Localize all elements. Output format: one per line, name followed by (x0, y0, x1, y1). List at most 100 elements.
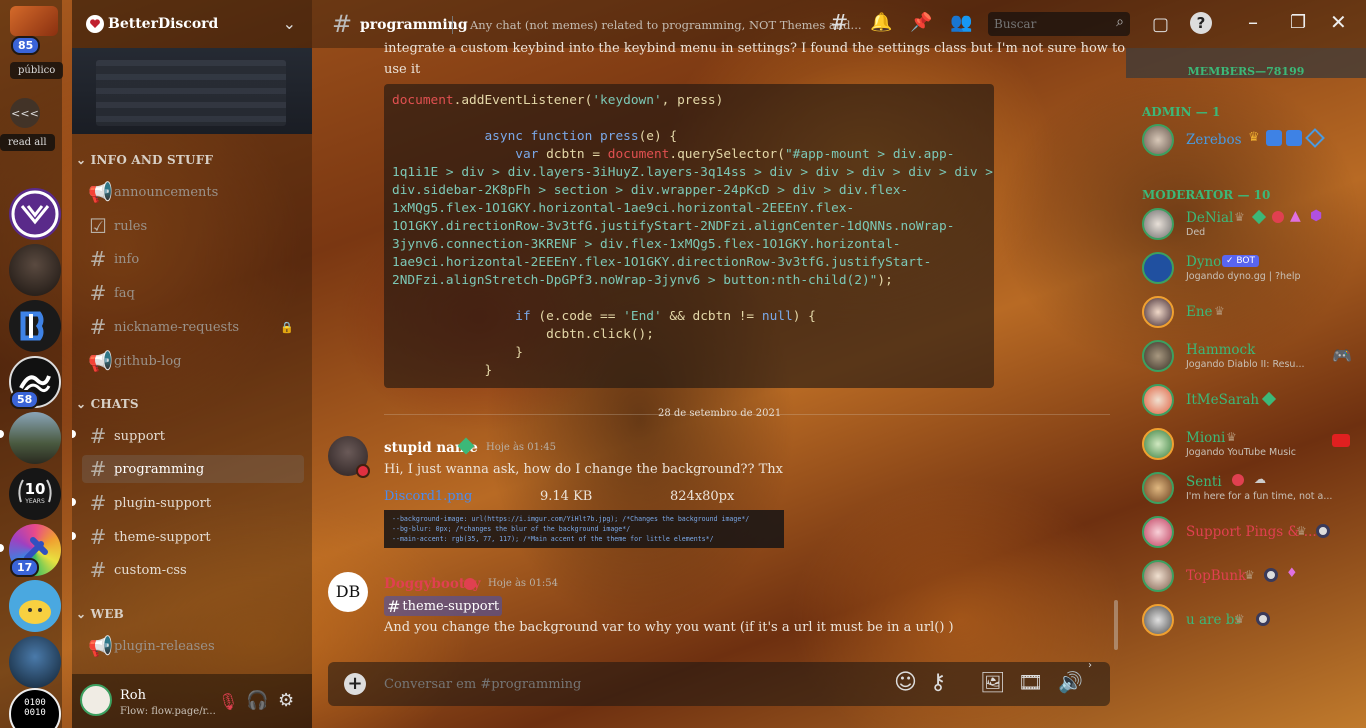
mute-mic-icon[interactable]: 🎙 (218, 692, 238, 711)
channel-support[interactable]: # support (82, 422, 304, 450)
member-name: Senti (1186, 474, 1222, 490)
member-item[interactable]: DeNial ♛ ▲ ⬢ Ded (1140, 206, 1360, 242)
guild-banner (72, 48, 312, 134)
server-icon-blob[interactable] (9, 580, 61, 632)
channel-plugin-releases[interactable]: 📢 plugin-releases (82, 632, 304, 660)
member-header-bar: MEMBERS—78199 (1126, 48, 1366, 78)
channel-theme-support[interactable]: # theme-support (82, 523, 304, 551)
css-line: --bg-blur: 0px; /*changes the blur of th… (392, 525, 631, 533)
attachment-image[interactable]: --background-image: url(https://i.imgur.… (384, 510, 784, 548)
server-icon-landscape[interactable] (9, 412, 61, 464)
member-item[interactable]: ItMeSarah (1140, 382, 1360, 418)
members-icon[interactable]: 👥 (950, 12, 972, 33)
member-item[interactable]: Support Pings & ... ♛ (1140, 514, 1360, 550)
gem-badge-icon: ⬢ (1310, 208, 1323, 224)
channel-announcements[interactable]: 📢 announcements (82, 178, 304, 206)
code-block: document.addEventListener('keydown', pre… (384, 84, 994, 388)
minimize-icon[interactable]: – (1248, 10, 1258, 34)
crown-icon: ♛ (1248, 130, 1260, 145)
server-icon-10years[interactable]: 10 YEARS (9, 468, 61, 520)
read-all-button[interactable]: read all (0, 134, 55, 151)
unread-badge: 85 (11, 36, 41, 55)
role-category: MODERATOR — 10 (1142, 188, 1271, 202)
bell-icon[interactable]: 🔔 (870, 12, 892, 33)
channel-custom-css[interactable]: # custom-css (82, 556, 304, 584)
channel-rules[interactable]: ☑ rules (82, 212, 304, 240)
channel-label: github-log (114, 353, 182, 369)
message-input[interactable] (384, 674, 864, 694)
css-line: --main-accent: rgb(35, 77, 117); /*Main … (392, 535, 714, 543)
close-icon[interactable]: ✕ (1330, 10, 1347, 34)
add-attachment-button[interactable]: + (344, 673, 366, 695)
server-icon-portrait[interactable] (9, 244, 61, 296)
ten-years-number: 10 (24, 480, 46, 498)
boost-badge-icon (1264, 568, 1278, 582)
channel-mention[interactable]: # theme-support (384, 596, 503, 616)
category-web[interactable]: ⌄ WEB (76, 607, 124, 621)
member-item[interactable]: Ene ♛ (1140, 294, 1360, 330)
hash-icon: # (332, 10, 353, 38)
guild-header[interactable]: BetterDiscord ⌄ (72, 0, 312, 48)
threads-icon[interactable]: # (830, 11, 848, 36)
key-icon[interactable]: ⚷ (930, 670, 946, 695)
crown-icon: ♛ (1234, 612, 1245, 626)
server-icon-figure[interactable] (9, 636, 61, 688)
avatar[interactable]: DB (328, 572, 368, 612)
avatar[interactable] (328, 436, 370, 478)
search-box[interactable]: ⌕ (988, 12, 1130, 36)
message-composer: + ☺ ⚷ 🖼 🎞 🔊 › (328, 660, 1110, 706)
channel-github-log[interactable]: 📢 github-log (82, 347, 304, 375)
heart-badge-icon (464, 578, 476, 590)
gear-icon[interactable]: ⚙ (278, 690, 294, 711)
channel-label: plugin-support (114, 495, 212, 511)
search-input[interactable] (994, 15, 1104, 33)
member-name: Hammock (1186, 342, 1256, 358)
category-label: CHATS (90, 397, 139, 411)
scrollbar[interactable] (1114, 600, 1118, 650)
gem-badge-icon: ♦ (1286, 566, 1298, 581)
server-icon-binary[interactable]: 0100 0010 (9, 688, 61, 728)
headphones-icon[interactable]: 🎧 (246, 690, 268, 711)
hash-icon: # (387, 596, 401, 616)
help-icon[interactable]: ? (1190, 12, 1212, 34)
collapse-button[interactable]: <<< (10, 98, 40, 128)
member-item[interactable]: Senti ☁ I'm here for a fun time, not a..… (1140, 470, 1360, 506)
member-item[interactable]: TopBunk ♛ ♦ (1140, 558, 1360, 594)
member-name: Dyno (1186, 254, 1222, 270)
gif-icon[interactable]: 🎞 (1018, 670, 1043, 694)
member-item[interactable]: Zerebos ♛ (1140, 122, 1360, 158)
attachment-link[interactable]: Discord1.png (384, 489, 472, 504)
hash-icon: # (89, 281, 107, 305)
message-text: use it (384, 62, 421, 77)
emoji-icon[interactable]: ☺ (894, 670, 917, 695)
member-item[interactable]: Dyno ✓ BOT Jogando dyno.gg | ?help (1140, 250, 1360, 286)
maximize-icon[interactable]: ❐ (1290, 12, 1306, 33)
channel-programming[interactable]: # programming (82, 455, 304, 483)
channel-nickname-requests[interactable]: # nickname-requests 🔒 (82, 313, 304, 341)
speaker-icon[interactable]: 🔊 (1058, 670, 1083, 694)
unread-pill (72, 532, 76, 540)
avatar[interactable] (80, 684, 112, 716)
category-info[interactable]: ⌄ INFO AND STUFF (76, 153, 213, 167)
unread-pill (72, 430, 76, 438)
pin-icon[interactable]: 📌 (910, 12, 932, 33)
server-icon-betterdiscord[interactable] (9, 300, 61, 352)
member-activity: Jogando Diablo II: Resu... (1186, 359, 1305, 370)
member-item[interactable]: u are bs ♛ (1140, 602, 1360, 638)
chevron-down-icon[interactable]: ⌄ (283, 14, 296, 33)
category-chats[interactable]: ⌄ CHATS (76, 397, 139, 411)
crown-icon: ♛ (1296, 524, 1307, 538)
server-icon-purple[interactable] (9, 188, 61, 240)
category-label: WEB (90, 607, 125, 621)
channel-plugin-support[interactable]: # plugin-support (82, 489, 304, 517)
inbox-icon[interactable]: ▢ (1152, 14, 1169, 35)
server-icon-home[interactable] (10, 6, 58, 36)
member-item[interactable]: Hammock Jogando Diablo II: Resu... 🎮 (1140, 338, 1360, 374)
channel-topic[interactable]: Any chat (not memes) related to programm… (470, 18, 862, 32)
bd-logo-icon (86, 15, 104, 33)
image-icon[interactable]: 🖼 (980, 670, 1005, 694)
channel-info[interactable]: # info (82, 245, 304, 273)
channel-faq[interactable]: # faq (82, 279, 304, 307)
chevron-right-icon[interactable]: › (1088, 660, 1092, 671)
member-item[interactable]: Mioni ♛ Jogando YouTube Music (1140, 426, 1360, 462)
